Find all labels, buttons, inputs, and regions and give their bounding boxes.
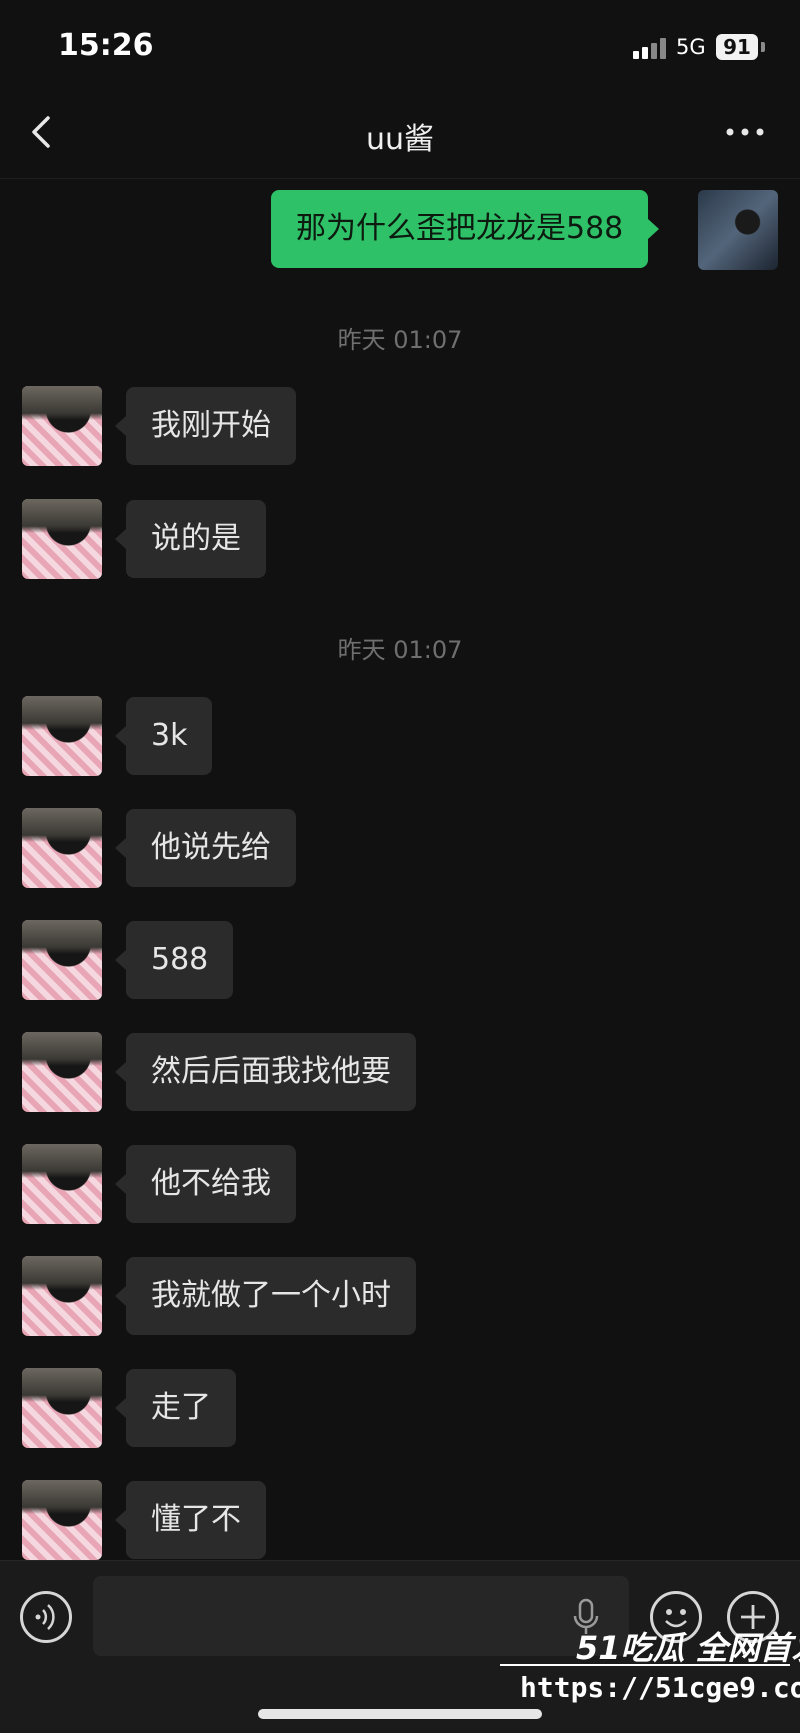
- contact-avatar[interactable]: [22, 1368, 102, 1448]
- message-bubble-in[interactable]: 我就做了一个小时: [115, 1257, 416, 1335]
- message-input[interactable]: [93, 1576, 629, 1656]
- input-bar: 51吃瓜 全网首发 https://51cge9.com: [0, 1560, 800, 1733]
- contact-avatar[interactable]: [22, 920, 102, 1000]
- my-avatar[interactable]: [698, 190, 778, 270]
- contact-avatar[interactable]: [22, 1480, 102, 1560]
- home-indicator: [258, 1709, 542, 1719]
- voice-icon: [35, 1604, 55, 1630]
- message-bubble-in[interactable]: 3k: [114, 697, 213, 775]
- message-bubble-in[interactable]: 我刚开始: [115, 387, 296, 465]
- more-dots-icon: [726, 128, 764, 136]
- contact-avatar[interactable]: [22, 386, 102, 466]
- more-button[interactable]: [720, 112, 770, 152]
- message-bubble-in[interactable]: 他说先给: [115, 809, 296, 887]
- contact-avatar[interactable]: [22, 1256, 102, 1336]
- timestamp: 昨天 01:07: [337, 326, 463, 354]
- message-bubble-in[interactable]: 走了: [115, 1369, 236, 1447]
- message-bubble-out[interactable]: 那为什么歪把龙龙是588: [271, 190, 660, 268]
- message-bubble-in[interactable]: 然后后面我找他要: [115, 1033, 416, 1111]
- watermark-divider: [500, 1664, 790, 1666]
- contact-avatar[interactable]: [22, 696, 102, 776]
- battery-icon: 91: [716, 34, 758, 60]
- message-bubble-in[interactable]: 588: [114, 921, 234, 999]
- timestamp: 昨天 01:07: [337, 636, 463, 664]
- status-time: 15:26: [58, 28, 154, 63]
- watermark-brand: 51吃瓜 全网首发: [576, 1629, 800, 1667]
- message-bubble-in[interactable]: 说的是: [115, 500, 266, 578]
- contact-avatar[interactable]: [22, 1032, 102, 1112]
- voice-button[interactable]: [20, 1591, 72, 1643]
- chat-title: uu酱: [365, 122, 435, 157]
- message-bubble-in[interactable]: 懂了不: [115, 1481, 266, 1559]
- contact-avatar[interactable]: [22, 808, 102, 888]
- contact-avatar[interactable]: [22, 499, 102, 579]
- signal-icon: [633, 37, 667, 59]
- battery-tip: [761, 42, 765, 52]
- contact-avatar[interactable]: [22, 1144, 102, 1224]
- watermark-url: https://51cge9.com: [520, 1671, 800, 1704]
- message-bubble-in[interactable]: 他不给我: [115, 1145, 296, 1223]
- status-bar: 15:26 5G 91: [0, 0, 800, 92]
- network-type: 5G: [676, 35, 706, 59]
- chat-header: uu酱: [0, 92, 800, 179]
